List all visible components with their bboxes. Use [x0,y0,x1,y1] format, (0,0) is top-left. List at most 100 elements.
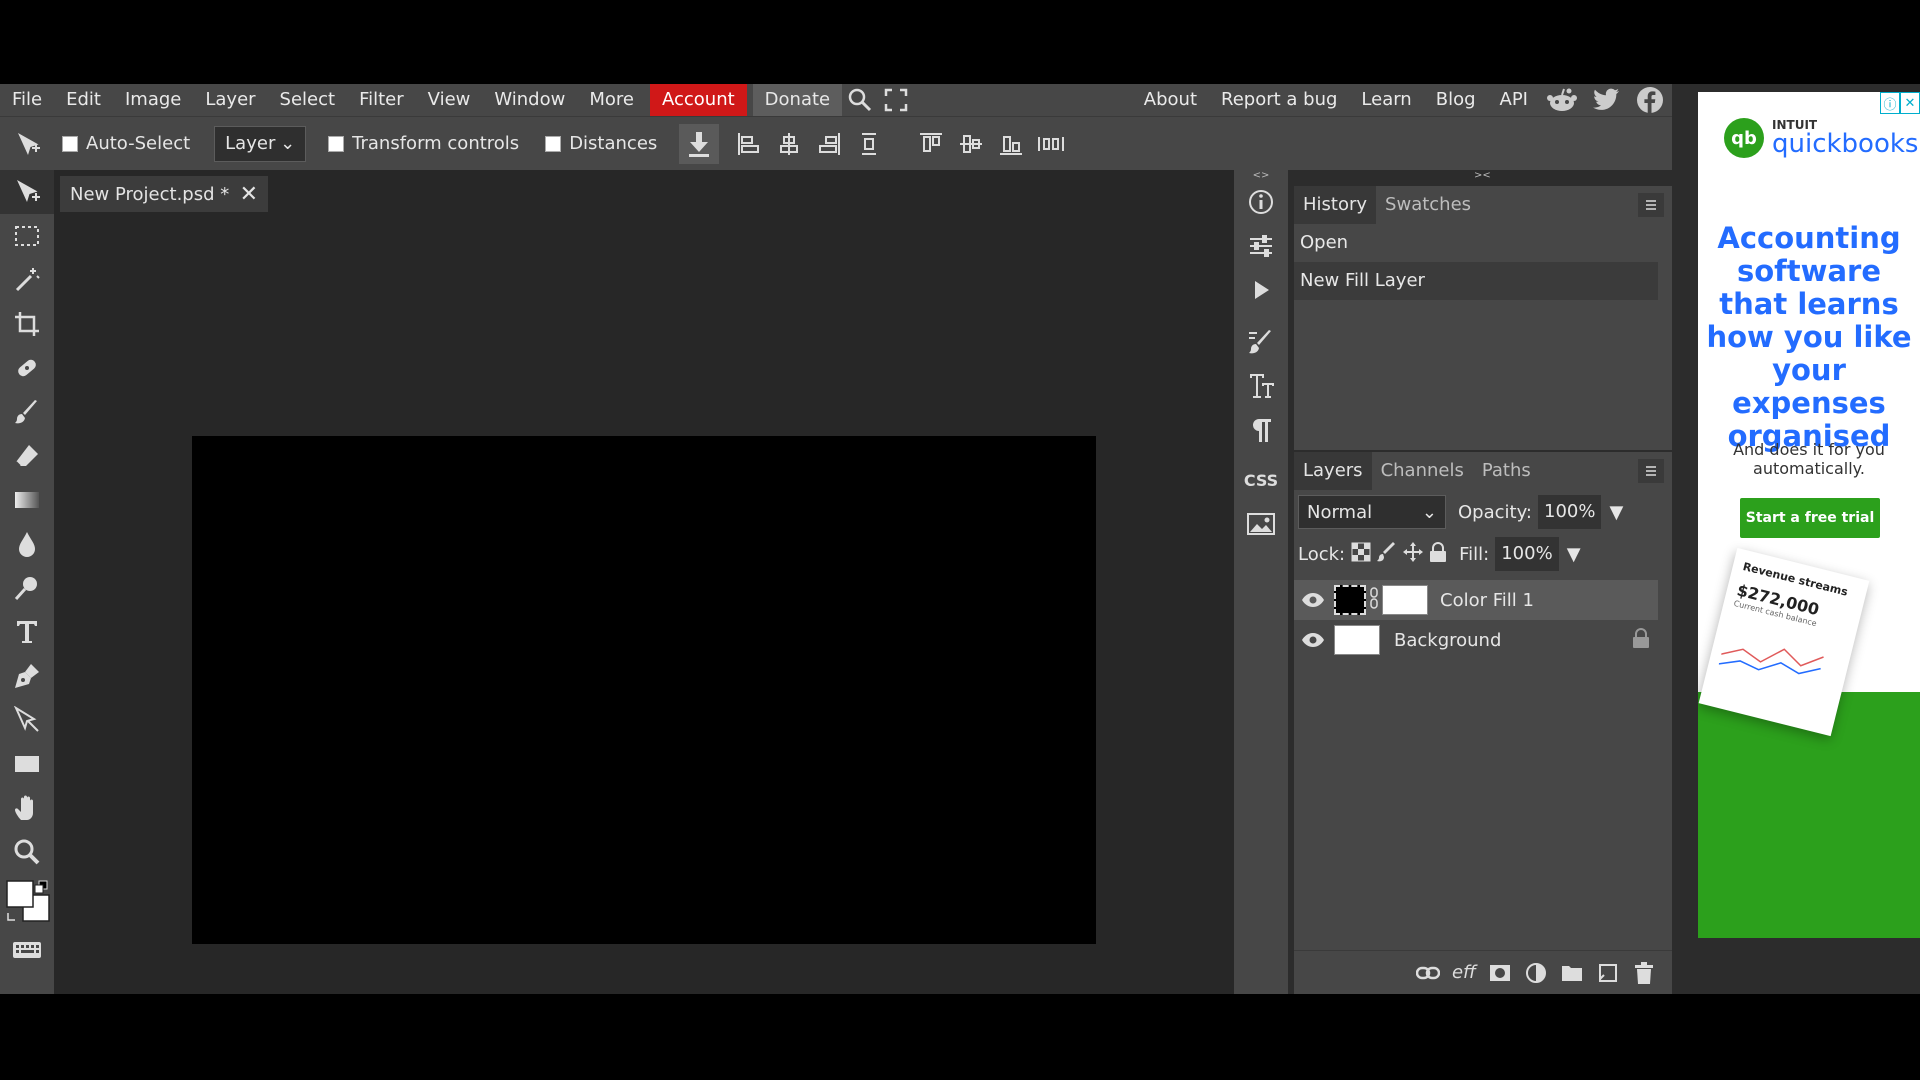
opacity-dropdown-icon[interactable]: ▼ [1609,502,1623,523]
ad-close-icon[interactable]: ✕ [1900,92,1920,114]
move-tool-button[interactable] [0,170,54,214]
magic-wand-tool-button[interactable] [0,258,54,302]
download-icon[interactable] [679,123,720,164]
brush-settings-icon[interactable] [1234,320,1288,364]
align-center-h-icon[interactable] [769,124,809,164]
image-icon[interactable] [1234,502,1288,546]
facebook-icon[interactable] [1628,84,1672,116]
tab-layers[interactable]: Layers [1294,452,1372,490]
account-button[interactable]: Account [649,84,747,116]
document-tab[interactable]: New Project.psd * ✕ [60,176,268,212]
fill-input[interactable]: 100% [1495,537,1559,571]
adjustments-icon[interactable] [1234,224,1288,268]
panel-menu-icon[interactable] [1638,459,1664,483]
keyboard-icon[interactable] [0,928,54,972]
blog-link[interactable]: Blog [1424,84,1488,116]
distribute-h-icon[interactable] [1031,124,1071,164]
hand-tool-button[interactable] [0,786,54,830]
learn-link[interactable]: Learn [1349,84,1423,116]
blur-tool-button[interactable] [0,522,54,566]
fullscreen-icon[interactable] [878,84,914,116]
menu-more[interactable]: More [577,84,646,116]
collapse-handle-icon[interactable]: >< [1474,170,1491,181]
distances-checkbox[interactable]: Distances [545,133,657,154]
history-item[interactable]: Open [1294,224,1658,262]
lock-position-icon[interactable] [1403,541,1424,567]
adjustment-layer-icon[interactable] [1518,955,1554,991]
character-icon[interactable] [1234,364,1288,408]
gradient-tool-button[interactable] [0,478,54,522]
layer-row-color-fill[interactable]: Color Fill 1 [1294,580,1658,620]
advertisement[interactable]: ⓘ ✕ qb INTUIT quickbooks Accounting soft… [1698,92,1920,938]
lock-all-icon[interactable] [1429,541,1447,567]
rectangle-tool-button[interactable] [0,742,54,786]
align-middle-icon[interactable] [951,124,991,164]
dodge-tool-button[interactable] [0,566,54,610]
eraser-tool-button[interactable] [0,434,54,478]
align-left-icon[interactable] [729,124,769,164]
menu-edit[interactable]: Edit [54,84,113,116]
twitter-icon[interactable] [1584,84,1628,116]
marquee-tool-button[interactable] [0,214,54,258]
healing-brush-tool-button[interactable] [0,346,54,390]
menu-filter[interactable]: Filter [347,84,416,116]
tab-channels[interactable]: Channels [1372,452,1473,490]
layer-effects-icon[interactable]: eff [1446,955,1482,991]
lock-pixels-icon[interactable] [1377,541,1397,567]
zoom-tool-button[interactable] [0,830,54,874]
ad-cta-button[interactable]: Start a free trial [1740,498,1880,538]
path-select-tool-button[interactable] [0,698,54,742]
tab-history[interactable]: History [1294,186,1377,224]
add-mask-icon[interactable] [1482,955,1518,991]
close-icon[interactable]: ✕ [240,182,258,207]
pen-tool-button[interactable] [0,654,54,698]
panel-menu-icon[interactable] [1638,193,1664,217]
donate-button[interactable]: Donate [752,84,843,116]
api-link[interactable]: API [1488,84,1540,116]
menu-image[interactable]: Image [113,84,193,116]
brush-tool-button[interactable] [0,390,54,434]
lock-transparency-icon[interactable] [1351,542,1371,567]
eye-icon[interactable] [1294,632,1332,648]
fill-dropdown-icon[interactable]: ▼ [1567,544,1581,565]
transform-controls-checkbox[interactable]: Transform controls [328,133,519,154]
eye-icon[interactable] [1294,592,1332,608]
tab-swatches[interactable]: Swatches [1376,186,1480,224]
opacity-input[interactable]: 100% [1538,495,1602,529]
layer-name: Color Fill 1 [1440,589,1534,611]
menu-view[interactable]: View [416,84,483,116]
collapse-handle-icon[interactable]: <> [1234,170,1288,181]
about-link[interactable]: About [1132,84,1209,116]
ad-info-icon[interactable]: ⓘ [1880,92,1900,114]
layer-select-dropdown[interactable]: Layer ⌄ [214,125,307,162]
reddit-icon[interactable] [1540,84,1584,116]
blend-mode-dropdown[interactable]: Normal ⌄ [1298,495,1446,529]
actions-play-icon[interactable] [1234,268,1288,312]
document-canvas[interactable] [192,436,1096,944]
distribute-v-icon[interactable] [849,124,889,164]
menu-file[interactable]: File [0,84,54,116]
align-right-icon[interactable] [809,124,849,164]
report-bug-link[interactable]: Report a bug [1209,84,1349,116]
menu-layer[interactable]: Layer [193,84,267,116]
link-layers-icon[interactable] [1410,955,1446,991]
tab-paths[interactable]: Paths [1473,452,1540,490]
color-swatches[interactable] [0,874,54,928]
new-group-icon[interactable] [1554,955,1590,991]
align-bottom-icon[interactable] [991,124,1031,164]
layer-row-background[interactable]: Background [1294,620,1658,660]
search-icon[interactable] [842,84,878,116]
menu-select[interactable]: Select [268,84,348,116]
menu-window[interactable]: Window [482,84,577,116]
delete-layer-icon[interactable] [1626,955,1662,991]
history-item-selected[interactable]: New Fill Layer [1294,262,1658,300]
info-icon[interactable] [1234,180,1288,224]
type-tool-button[interactable] [0,610,54,654]
align-top-icon[interactable] [911,124,951,164]
mask-link-icon[interactable] [1370,586,1378,614]
paragraph-icon[interactable] [1234,408,1288,452]
new-layer-icon[interactable] [1590,955,1626,991]
auto-select-checkbox[interactable]: Auto-Select [62,133,190,154]
crop-tool-button[interactable] [0,302,54,346]
css-icon[interactable]: CSS [1234,458,1288,502]
